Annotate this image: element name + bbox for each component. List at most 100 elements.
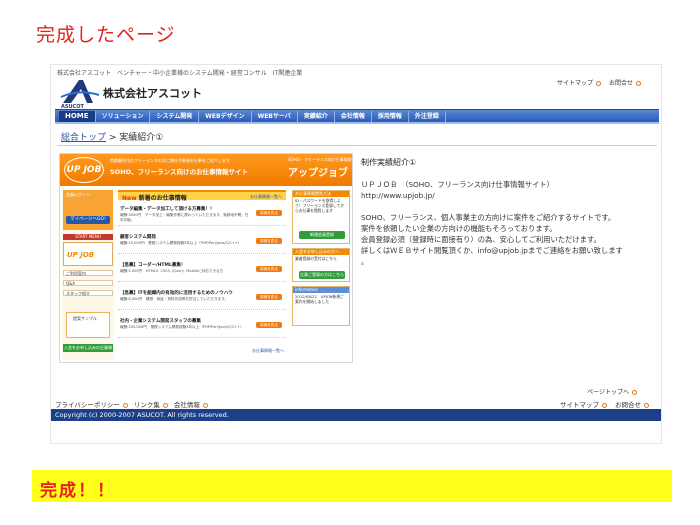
job-title: 【急募】ITを組織内の有効的に活用するためのノウハウ bbox=[120, 291, 233, 296]
works-url[interactable]: http://www.upjob.jp/ bbox=[361, 190, 659, 201]
privacy-link[interactable]: プライバシーポリシー bbox=[55, 401, 120, 409]
company-info-link[interactable]: 会社情報 bbox=[174, 401, 200, 409]
sample-box: 提案サンプル bbox=[66, 312, 110, 338]
breadcrumb-separator: > bbox=[106, 133, 120, 143]
job-detail-button: 詳細を見る bbox=[256, 294, 282, 300]
bullet-icon bbox=[602, 402, 607, 408]
bullet-icon bbox=[644, 402, 649, 408]
bullet-icon bbox=[632, 390, 637, 395]
new-label: New bbox=[122, 195, 137, 202]
main-nav: HOME ソリューション システム開発 WEBデザイン WEBサーバ 実績紹介 … bbox=[55, 109, 659, 124]
bullet-icon bbox=[595, 81, 601, 86]
nav-web-design[interactable]: WEBデザイン bbox=[199, 110, 252, 122]
nav-system-dev[interactable]: システム開発 bbox=[150, 110, 200, 122]
job-desc: 報酬:8,000円 構想・検証・資料作成等を担当していただきます。 bbox=[120, 297, 229, 301]
job-detail-button: 詳細を見る bbox=[256, 238, 282, 244]
footer-right-links: サイトマップ お問合せ bbox=[560, 399, 657, 409]
upjob-banner-text: UP JOB bbox=[67, 251, 95, 259]
nav-recruit[interactable]: 採用情報 bbox=[372, 110, 409, 122]
page-top-link[interactable]: ページトップへ bbox=[587, 387, 645, 396]
nav-works[interactable]: 実績紹介 bbox=[298, 110, 335, 122]
job-desc: 報酬:3000円 データ加工・編集作業に携わっていただきます。勤務地不問、在宅可… bbox=[120, 213, 249, 222]
works-line: 会員登録必須（登録時に面接有り）の為、安心してご利用いただけます。 bbox=[361, 235, 601, 244]
page-top-label: ページトップへ bbox=[587, 389, 629, 396]
works-line: ＵＰＪＯＢ （SOHO、フリーランス向け仕事情報サイト） bbox=[361, 180, 554, 189]
upjob-header: UP JOB 首都圏在住のフリーランスの方に弊社が直接お仕事をご紹介します SO… bbox=[60, 154, 352, 186]
website-screenshot: 株式会社アスコット ベンチャー・中小企業様のシステム開発・経営コンサル IT関連… bbox=[50, 64, 662, 444]
job-title: データ編集・データ加工して頂ける方募集！！ bbox=[120, 207, 215, 212]
job-item: 【急募】コーダー/HTML募集！ 報酬:5,000円 HTML5, CSS3, … bbox=[118, 260, 286, 282]
footer-sitemap-link[interactable]: サイトマップ bbox=[560, 401, 599, 409]
asucot-logo-icon[interactable] bbox=[59, 77, 101, 107]
bullet-icon bbox=[162, 402, 168, 408]
top-links: サイトマップ お問合せ bbox=[557, 78, 649, 87]
howto-text: ID・パスワードを取得しよう！フリーランス登録してからお仕事を閲覧します bbox=[295, 198, 345, 213]
job-detail-button: 詳細を見る bbox=[256, 266, 282, 272]
site-tagline: 株式会社アスコット ベンチャー・中小企業様のシステム開発・経営コンサル IT関連… bbox=[57, 70, 303, 77]
done-text: 完成！！ bbox=[40, 481, 116, 501]
links-link[interactable]: リンク集 bbox=[134, 401, 160, 409]
upjob-main-column: New 新着のお仕事情報 お仕事情報一覧へ データ編集・データ加工して頂ける方募… bbox=[118, 190, 288, 360]
breadcrumb-home-link[interactable]: 総合トップ bbox=[61, 133, 106, 143]
job-detail-button: 詳細を見る bbox=[256, 210, 282, 216]
job-detail-button: 詳細を見る bbox=[256, 322, 282, 328]
breadcrumb-current: 実績紹介① bbox=[119, 133, 164, 143]
side-item-qa: Q&A bbox=[63, 280, 113, 286]
contact-link[interactable]: お問合せ bbox=[609, 80, 633, 87]
new-jobs-header: New 新着のお仕事情報 お仕事情報一覧へ bbox=[118, 190, 286, 202]
upjob-site-thumbnail[interactable]: UP JOB 首都圏在住のフリーランスの方に弊社が直接お仕事をご紹介します SO… bbox=[59, 153, 353, 363]
company-name[interactable]: 株式会社アスコット bbox=[103, 85, 202, 101]
upjob-login-box: 会員ログイン マイページへGO! bbox=[63, 190, 113, 230]
upjob-right-column: お仕事情報閲覧方法 ID・パスワードを取得しよう！フリーランス登録してからお仕事… bbox=[292, 190, 350, 360]
job-desc: 報酬:25,000円 業務システム開発経験3年以上（PHP/Perl/Java/… bbox=[120, 241, 242, 245]
information-text: 2012/08/22 UPJOB新規ご案内を開始しました bbox=[295, 294, 344, 304]
job-list-link: お仕事情報一覧へ bbox=[250, 194, 282, 199]
register-button: 新規会員登録 bbox=[299, 231, 345, 239]
side-item-staff: スタッフ紹介 bbox=[63, 290, 113, 296]
sitemap-link[interactable]: サイトマップ bbox=[557, 80, 593, 87]
new-jobs-heading: 新着のお仕事情報 bbox=[138, 195, 187, 202]
works-description: ＵＰＪＯＢ （SOHO、フリーランス向け仕事情報サイト） http://www.… bbox=[361, 179, 659, 267]
nav-company[interactable]: 会社情報 bbox=[335, 110, 372, 122]
nav-home[interactable]: HOME bbox=[59, 110, 96, 122]
company-entry-text: 業者登録の受付はこちら bbox=[295, 256, 337, 261]
nav-solution[interactable]: ソリューション bbox=[96, 110, 151, 122]
job-title: 顧客システム開発 bbox=[120, 235, 156, 240]
bullet-icon bbox=[122, 402, 128, 408]
mypage-button: マイページへGO! bbox=[66, 216, 110, 224]
footer-links: プライバシーポリシー リンク集 会社情報 bbox=[55, 399, 214, 409]
upjob-left-column: 会員ログイン マイページへGO! START MENU UP JOB ご利用案内… bbox=[62, 188, 114, 360]
upjob-title: SOHO、フリーランス向けのお仕事情報サイト bbox=[110, 168, 249, 176]
company-entry-box: 入会をお申し込みの方へ 業者登録の受付はこちら 企業ご登録の方はこちら bbox=[292, 248, 350, 282]
howto-box: お仕事情報閲覧方法 ID・パスワードを取得しよう！フリーランス登録してからお仕事… bbox=[292, 190, 350, 244]
upjob-tagline: 首都圏在住のフリーランスの方に弊社が直接お仕事をご紹介します bbox=[110, 158, 230, 163]
side-item-guide: ご利用案内 bbox=[63, 270, 113, 276]
job-desc: 報酬:200,000円 業務システム開発経験3年以上（PHP/Perl/Java… bbox=[120, 325, 244, 329]
footer-contact-link[interactable]: お問合せ bbox=[615, 401, 641, 409]
done-banner: 完成！！ bbox=[32, 470, 672, 502]
works-title: 制作実績紹介① bbox=[361, 158, 417, 167]
upjob-logo: UP JOB bbox=[64, 157, 104, 183]
works-line: 案件を依頼したい企業の方向けの機能もそろっております。 bbox=[361, 224, 557, 233]
nav-outsource[interactable]: 外注登録 bbox=[409, 110, 446, 122]
information-box: information 2012/08/22 UPJOB新規ご案内を開始しました bbox=[292, 286, 350, 326]
upjob-brand: アップジョブ bbox=[288, 168, 348, 179]
works-line: SOHO、フリーランス、個人事業主の方向けに案件をご紹介するサイトです。 bbox=[361, 213, 616, 222]
divider bbox=[57, 145, 657, 146]
company-entry-button: 企業ご登録の方はこちら bbox=[299, 271, 345, 279]
entry-button: 入会をお申し込みの企業様 bbox=[63, 344, 113, 352]
bullet-icon bbox=[636, 81, 641, 86]
works-line: 。 bbox=[361, 257, 369, 266]
job-title: 【急募】コーダー/HTML募集！ bbox=[120, 263, 186, 268]
job-title: 社内・企業システム開発スタッフの募集 bbox=[120, 319, 201, 324]
sample-label: 提案サンプル bbox=[73, 316, 97, 321]
job-desc: 報酬:5,000円 HTML5, CSS3, jQuery, Mobileに対応… bbox=[120, 269, 224, 273]
new-jobs-title: New 新着のお仕事情報 bbox=[122, 193, 187, 202]
login-label: 会員ログイン bbox=[66, 192, 90, 197]
nav-web-server[interactable]: WEBサーバ bbox=[252, 110, 298, 122]
job-item: 顧客システム開発 報酬:25,000円 業務システム開発経験3年以上（PHP/P… bbox=[118, 232, 286, 254]
job-item: 社内・企業システム開発スタッフの募集 報酬:200,000円 業務システム開発経… bbox=[118, 316, 286, 338]
copyright-bar: Copyright (c) 2000-2007 ASUCOT. All righ… bbox=[51, 409, 661, 421]
upjob-banner: UP JOB bbox=[63, 242, 113, 266]
bullet-icon bbox=[202, 402, 208, 408]
